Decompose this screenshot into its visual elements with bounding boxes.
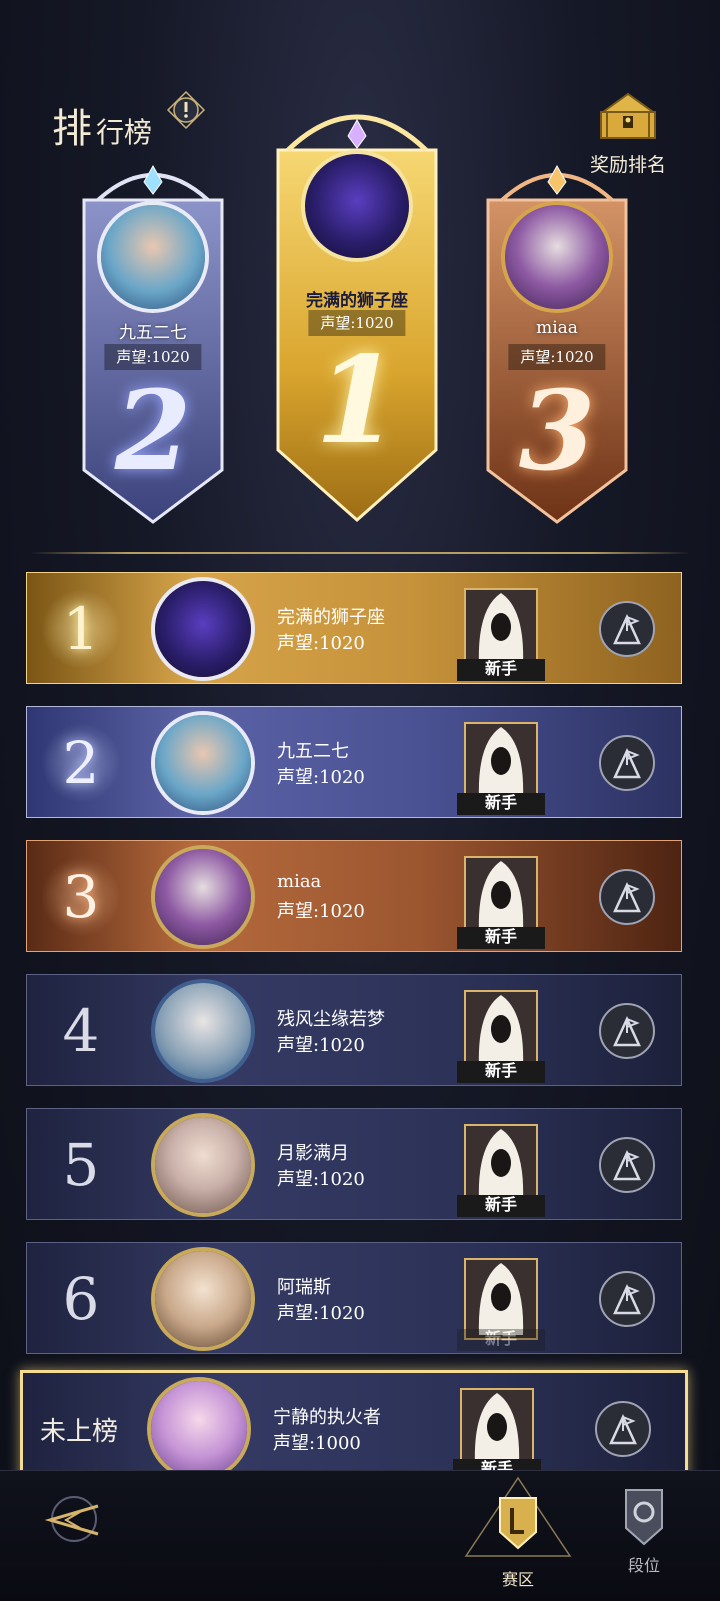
- podium-third-avatar[interactable]: [505, 205, 609, 309]
- rank-badge-label: 新手: [457, 793, 545, 815]
- leaderboard-row-2[interactable]: 2 九五二七 声望:1020 新手: [26, 706, 682, 818]
- guild-flag-icon[interactable]: [597, 733, 657, 793]
- podium-second-avatar[interactable]: [101, 205, 205, 309]
- nav-tier-label: 段位: [627, 1558, 660, 1575]
- leaderboard-row-1[interactable]: 1 完满的狮子座 声望:1020 新手: [26, 572, 682, 684]
- row-rank: 2: [41, 723, 121, 803]
- my-rank-status: 未上榜: [39, 1416, 118, 1447]
- player-reputation: 声望:1020: [277, 767, 365, 788]
- row-rank: 1: [41, 589, 121, 669]
- podium-third-number: 3: [518, 366, 596, 495]
- guild-flag-icon[interactable]: [597, 1135, 657, 1195]
- guild-flag-icon[interactable]: [597, 599, 657, 659]
- my-reputation: 声望:1000: [273, 1433, 361, 1454]
- player-avatar[interactable]: [155, 1117, 251, 1213]
- nav-tier-tab[interactable]: 段位: [614, 1484, 674, 1584]
- page-title: 排 行榜: [52, 96, 152, 154]
- player-name: 月影满月: [277, 1143, 349, 1164]
- zone-shield-icon: [464, 1476, 572, 1557]
- rank-badge-label: 新手: [457, 659, 545, 681]
- podium-second-number: 2: [114, 366, 192, 495]
- player-reputation: 声望:1020: [277, 1169, 365, 1190]
- player-avatar[interactable]: [155, 581, 251, 677]
- rank-badge-label: 新手: [457, 1329, 545, 1351]
- leaderboard-row-6[interactable]: 6 阿瑞斯 声望:1020 新手: [26, 1242, 682, 1354]
- rank-badge-label: 新手: [457, 1061, 545, 1083]
- guild-flag-icon[interactable]: [597, 1269, 657, 1329]
- my-avatar[interactable]: [151, 1381, 247, 1477]
- player-name: 完满的狮子座: [277, 607, 385, 628]
- player-name: miaa: [277, 871, 322, 892]
- player-avatar[interactable]: [155, 1251, 251, 1347]
- player-name: 残风尘缘若梦: [277, 1009, 385, 1030]
- info-icon[interactable]: [166, 90, 206, 130]
- page-title-rest: 行榜: [96, 116, 153, 149]
- podium-first-number: 1: [315, 330, 399, 471]
- podium-first-avatar[interactable]: [305, 154, 409, 258]
- player-reputation: 声望:1020: [277, 1303, 365, 1324]
- podium-first-name: 完满的狮子座: [306, 291, 408, 311]
- podium-third-name: miaa: [536, 318, 578, 338]
- page-title-first-char: 排: [52, 106, 92, 152]
- tier-shield-icon: [625, 1489, 663, 1546]
- player-reputation: 声望:1020: [277, 901, 365, 922]
- podium-first[interactable]: 完满的狮子座 声望:1020 1: [272, 100, 442, 530]
- bottom-navigation-bar: [0, 1470, 720, 1601]
- player-name: 阿瑞斯: [277, 1277, 331, 1298]
- section-divider: [30, 552, 690, 554]
- row-rank: 5: [62, 1131, 100, 1199]
- player-name: 九五二七: [277, 741, 349, 762]
- my-name: 宁静的执火者: [273, 1407, 381, 1428]
- player-avatar[interactable]: [155, 983, 251, 1079]
- player-reputation: 声望:1020: [277, 633, 365, 654]
- nav-zone-label: 赛区: [501, 1572, 534, 1589]
- leaderboard-row-4[interactable]: 4 残风尘缘若梦 声望:1020 新手: [26, 974, 682, 1086]
- guild-flag-icon[interactable]: [597, 1001, 657, 1061]
- rank-badge-label: 新手: [457, 927, 545, 949]
- player-avatar[interactable]: [155, 715, 251, 811]
- podium-second-name: 九五二七: [119, 323, 187, 343]
- row-rank: 6: [62, 1265, 100, 1333]
- guild-flag-icon[interactable]: [597, 867, 657, 927]
- row-rank: 3: [41, 857, 121, 937]
- podium-second[interactable]: 九五二七 声望:1020 2: [78, 160, 228, 530]
- leaderboard-row-3[interactable]: 3 miaa 声望:1020 新手: [26, 840, 682, 952]
- nav-zone-tab[interactable]: 赛区: [458, 1470, 578, 1600]
- podium-third[interactable]: miaa 声望:1020 3: [482, 160, 632, 530]
- my-ranking-row[interactable]: 未上榜 宁静的执火者 声望:1000 新手: [20, 1370, 688, 1486]
- player-avatar[interactable]: [155, 849, 251, 945]
- row-rank: 4: [62, 997, 100, 1065]
- treasure-chest-icon: [599, 92, 657, 139]
- player-reputation: 声望:1020: [277, 1035, 365, 1056]
- rank-badge-label: 新手: [457, 1195, 545, 1217]
- leaderboard-row-5[interactable]: 5 月影满月 声望:1020 新手: [26, 1108, 682, 1220]
- guild-flag-icon[interactable]: [593, 1399, 653, 1459]
- back-arrow-icon[interactable]: [36, 1484, 106, 1554]
